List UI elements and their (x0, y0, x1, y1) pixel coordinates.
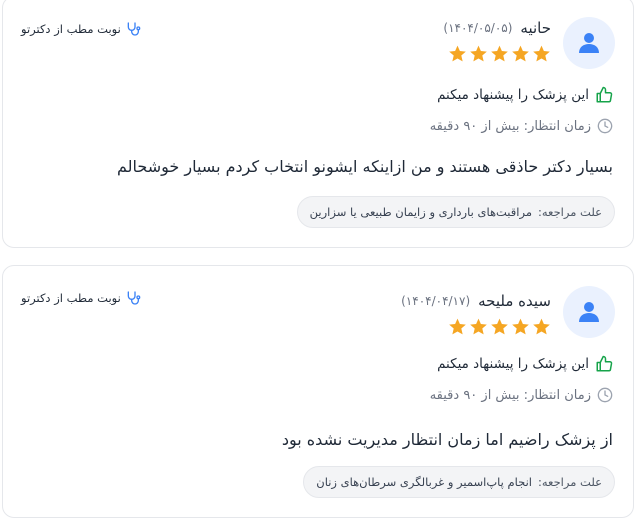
review-comment: بسیار دکتر حاذقی هستند و من ازاینکه ایشو… (117, 157, 613, 176)
visit-reason-chip: علت مراجعه: انجام پاپ‌اسمیر و غربالگری س… (303, 466, 615, 498)
star-icon (469, 44, 488, 67)
thumbs-up-icon (595, 355, 613, 373)
visit-reason-chip: علت مراجعه: مراقبت‌های بارداری و زایمان … (296, 196, 615, 228)
visit-reason-value: انجام پاپ‌اسمیر و غربالگری سرطان‌های زنا… (316, 475, 532, 489)
avatar (563, 286, 615, 338)
review-list: حانیه (۱۴۰۴/۰۵/۰۵) نوبت مطب از دکترتو ای… (0, 0, 635, 520)
user-icon (579, 32, 599, 54)
visit-reason-label: علت مراجعه: (537, 205, 602, 219)
recommendation-label: این پزشک را پیشنهاد میکنم (437, 356, 589, 372)
rating-stars (448, 44, 551, 67)
visit-source-link[interactable]: نوبت مطب از دکترتو (21, 290, 141, 306)
rating-stars (448, 317, 551, 340)
review-card: سیده ملیحه (۱۴۰۴/۰۴/۱۷) نوبت مطب از دکتر… (2, 265, 634, 518)
star-icon (490, 44, 509, 67)
star-icon (532, 317, 551, 340)
star-icon (469, 317, 488, 340)
avatar (563, 17, 615, 69)
wait-time-label: زمان انتظار: بیش از ۹۰ دقیقه (429, 118, 591, 134)
visit-reason-label: علت مراجعه: (537, 475, 602, 489)
user-icon (579, 301, 599, 323)
star-icon (448, 44, 467, 67)
star-icon (511, 44, 530, 67)
recommendation: این پزشک را پیشنهاد میکنم (437, 355, 613, 373)
clock-icon (597, 387, 613, 403)
reviewer-name: حانیه (520, 19, 551, 37)
review-date: (۱۴۰۴/۰۴/۱۷) (401, 294, 471, 308)
visit-source-label: نوبت مطب از دکترتو (21, 291, 121, 305)
reviewer-header: سیده ملیحه (۱۴۰۴/۰۴/۱۷) (401, 292, 551, 310)
wait-time: زمان انتظار: بیش از ۹۰ دقیقه (430, 118, 613, 134)
recommendation: این پزشک را پیشنهاد میکنم (437, 86, 613, 104)
review-date: (۱۴۰۴/۰۵/۰۵) (443, 21, 513, 35)
review-comment: از پزشک راضیم اما زمان انتظار مدیریت نشد… (281, 430, 613, 449)
clock-icon (597, 118, 613, 134)
star-icon (532, 44, 551, 67)
recommendation-label: این پزشک را پیشنهاد میکنم (437, 87, 589, 103)
star-icon (490, 317, 509, 340)
reviewer-header: حانیه (۱۴۰۴/۰۵/۰۵) (443, 19, 551, 37)
stethoscope-icon (125, 290, 141, 306)
star-icon (448, 317, 467, 340)
thumbs-up-icon (595, 86, 613, 104)
stethoscope-icon (125, 21, 141, 37)
wait-time-label: زمان انتظار: بیش از ۹۰ دقیقه (429, 387, 591, 403)
wait-time: زمان انتظار: بیش از ۹۰ دقیقه (430, 387, 613, 403)
visit-reason-value: مراقبت‌های بارداری و زایمان طبیعی یا سزا… (309, 205, 532, 219)
visit-source-label: نوبت مطب از دکترتو (21, 22, 121, 36)
visit-source-link[interactable]: نوبت مطب از دکترتو (21, 21, 141, 37)
star-icon (511, 317, 530, 340)
review-card: حانیه (۱۴۰۴/۰۵/۰۵) نوبت مطب از دکترتو ای… (2, 0, 634, 248)
reviewer-name: سیده ملیحه (478, 292, 551, 310)
